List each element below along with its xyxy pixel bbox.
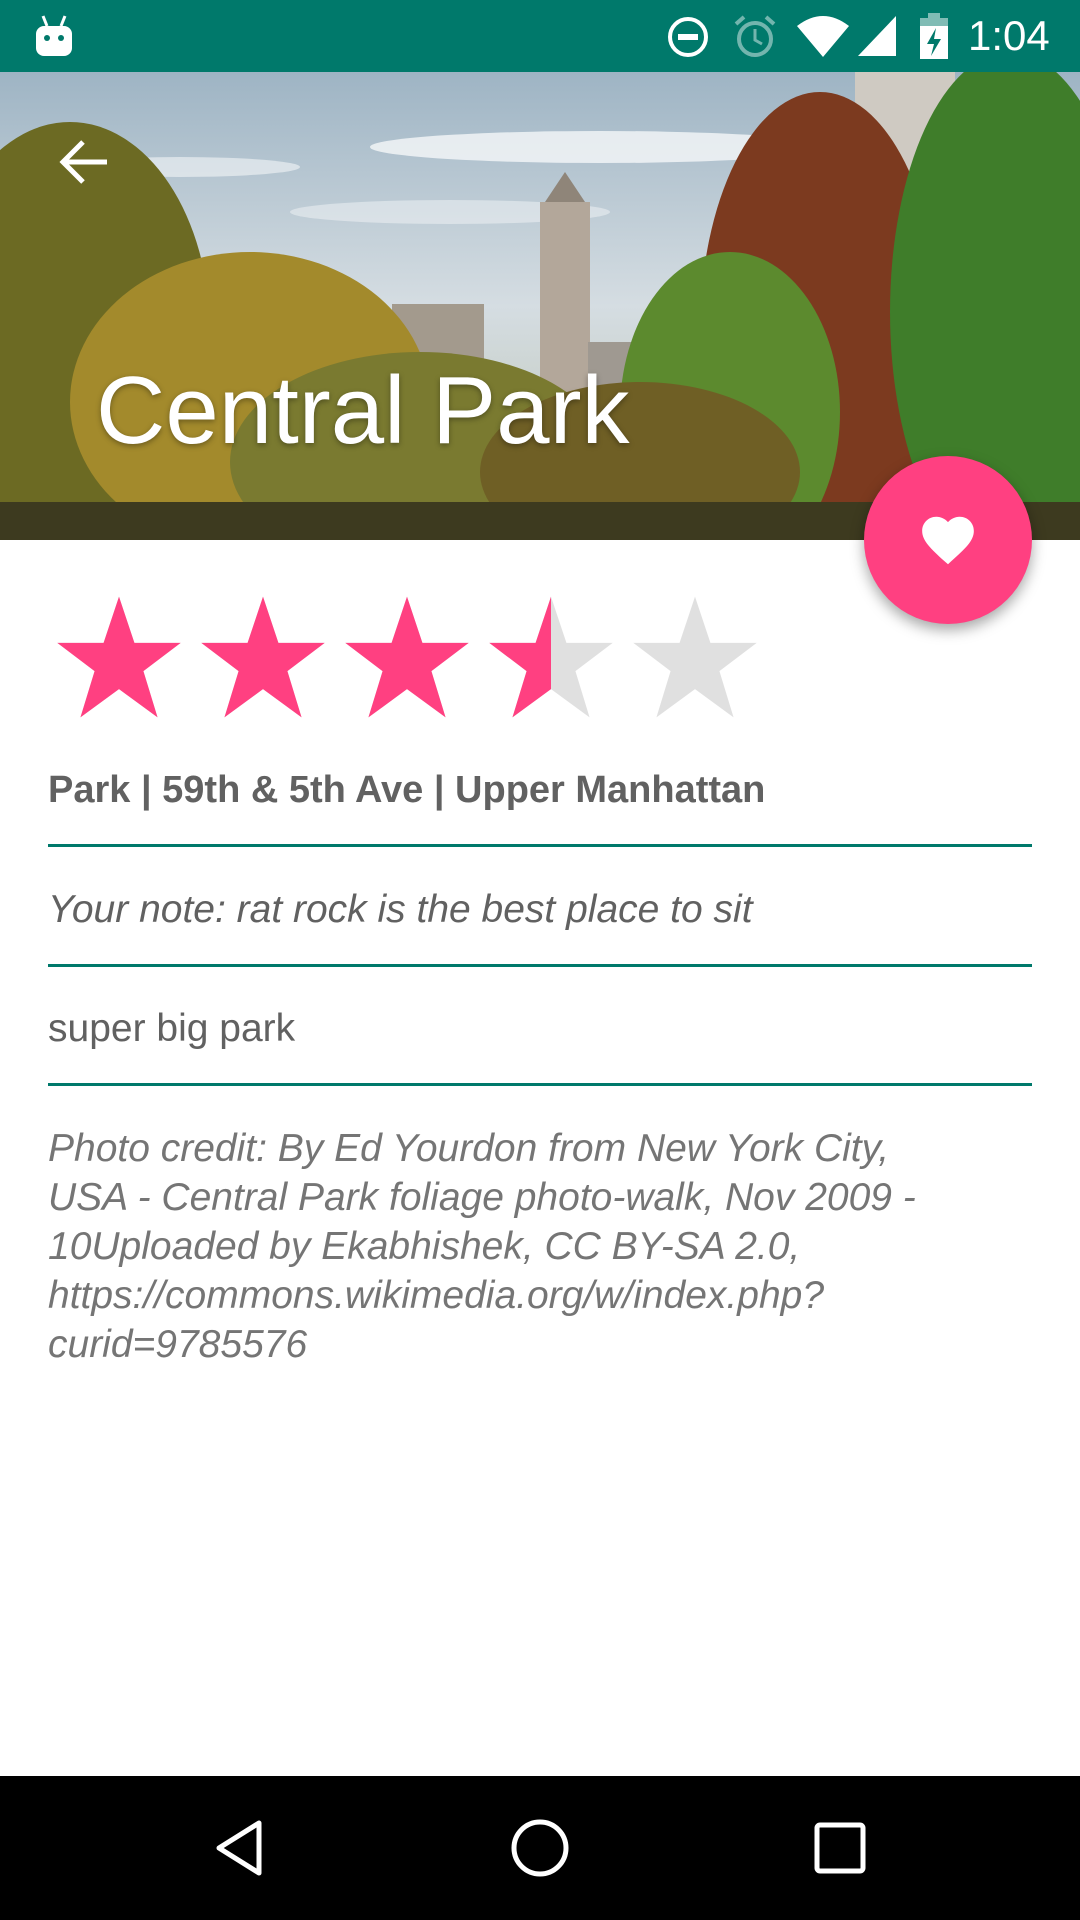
- rating-star-icon[interactable]: [54, 594, 184, 720]
- favorite-button[interactable]: [864, 456, 1032, 624]
- signal-icon: [858, 16, 896, 56]
- place-info: Park | 59th & 5th Ave | Upper Manhattan: [48, 769, 766, 811]
- arrow-back-icon: [59, 140, 107, 184]
- nav-home-button[interactable]: [490, 1798, 590, 1898]
- user-note: Your note: rat rock is the best place to…: [48, 888, 753, 931]
- wifi-icon: [797, 16, 849, 57]
- android-icon: [36, 15, 72, 56]
- nav-back-button[interactable]: [190, 1798, 290, 1898]
- nav-recents-button[interactable]: [790, 1798, 890, 1898]
- home-circle-icon: [511, 1819, 569, 1877]
- rating-star-icon[interactable]: [342, 594, 472, 720]
- rating-bar[interactable]: [54, 594, 774, 720]
- rating-star-icon[interactable]: [630, 594, 760, 720]
- divider: [48, 844, 1032, 847]
- back-triangle-icon: [216, 1820, 262, 1876]
- place-description: super big park: [48, 1007, 296, 1050]
- navigation-bar: [0, 1776, 1080, 1920]
- do-not-disturb-icon: [668, 17, 708, 57]
- page-title: Central Park: [96, 357, 630, 464]
- rating-star-icon[interactable]: [198, 594, 328, 720]
- alarm-icon: [734, 15, 776, 57]
- back-button[interactable]: [40, 118, 128, 206]
- heart-icon: [922, 516, 974, 565]
- recents-square-icon: [814, 1822, 866, 1874]
- status-clock: 1:04: [968, 12, 1050, 59]
- rating-star-icon[interactable]: [486, 594, 616, 720]
- status-bar: 1:04: [0, 0, 1080, 72]
- divider: [48, 1083, 1032, 1086]
- battery-charging-icon: [920, 13, 948, 59]
- photo-credit: Photo credit: By Ed Yourdon from New Yor…: [48, 1127, 916, 1366]
- divider: [48, 964, 1032, 967]
